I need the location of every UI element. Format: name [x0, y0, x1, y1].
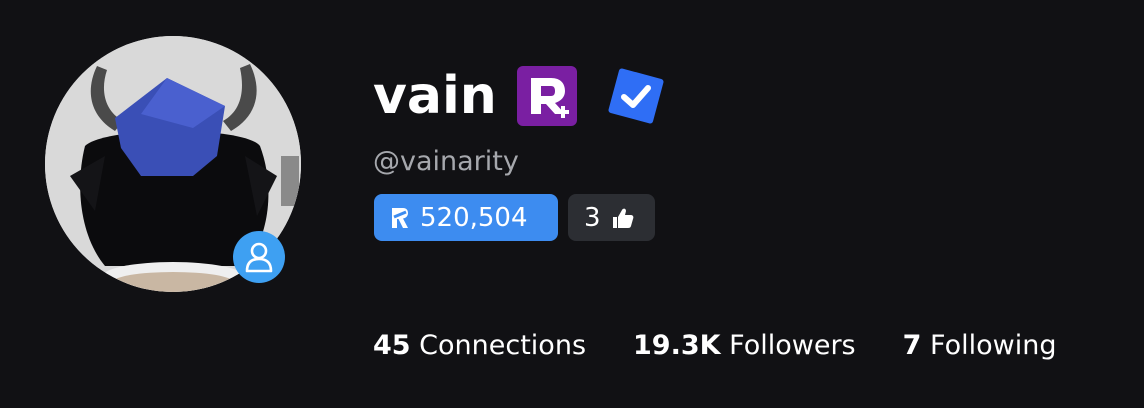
followers-label: Followers — [729, 330, 856, 361]
connections-label: Connections — [419, 330, 587, 361]
robux-balance-pill[interactable]: 520,504 — [374, 194, 558, 241]
display-name: vain — [373, 66, 497, 126]
following-label: Following — [930, 330, 1057, 361]
connections-count: 45 — [373, 330, 411, 361]
stat-following[interactable]: 7 Following — [903, 330, 1057, 361]
robux-icon — [392, 207, 408, 228]
likes-count: 3 — [584, 202, 601, 233]
badge-row: 520,504 3 — [374, 194, 655, 241]
stat-connections[interactable]: 45 Connections — [373, 330, 586, 361]
thumbs-up-icon — [612, 208, 633, 228]
username: @vainarity — [373, 146, 519, 177]
likes-pill[interactable]: 3 — [568, 194, 655, 241]
robux-value: 520,504 — [420, 202, 528, 233]
avatar-container[interactable] — [45, 36, 301, 292]
followers-count: 19.3K — [633, 330, 721, 361]
stat-followers[interactable]: 19.3K Followers — [633, 330, 856, 361]
following-count: 7 — [902, 330, 922, 361]
name-row: vain — [373, 60, 665, 132]
verified-check-icon — [608, 68, 664, 124]
presence-badge — [233, 231, 285, 283]
user-presence-icon — [245, 242, 273, 273]
roblox-premium-icon — [516, 66, 577, 126]
stats-row: 45 Connections 19.3K Followers 7 Followi… — [373, 330, 1056, 361]
